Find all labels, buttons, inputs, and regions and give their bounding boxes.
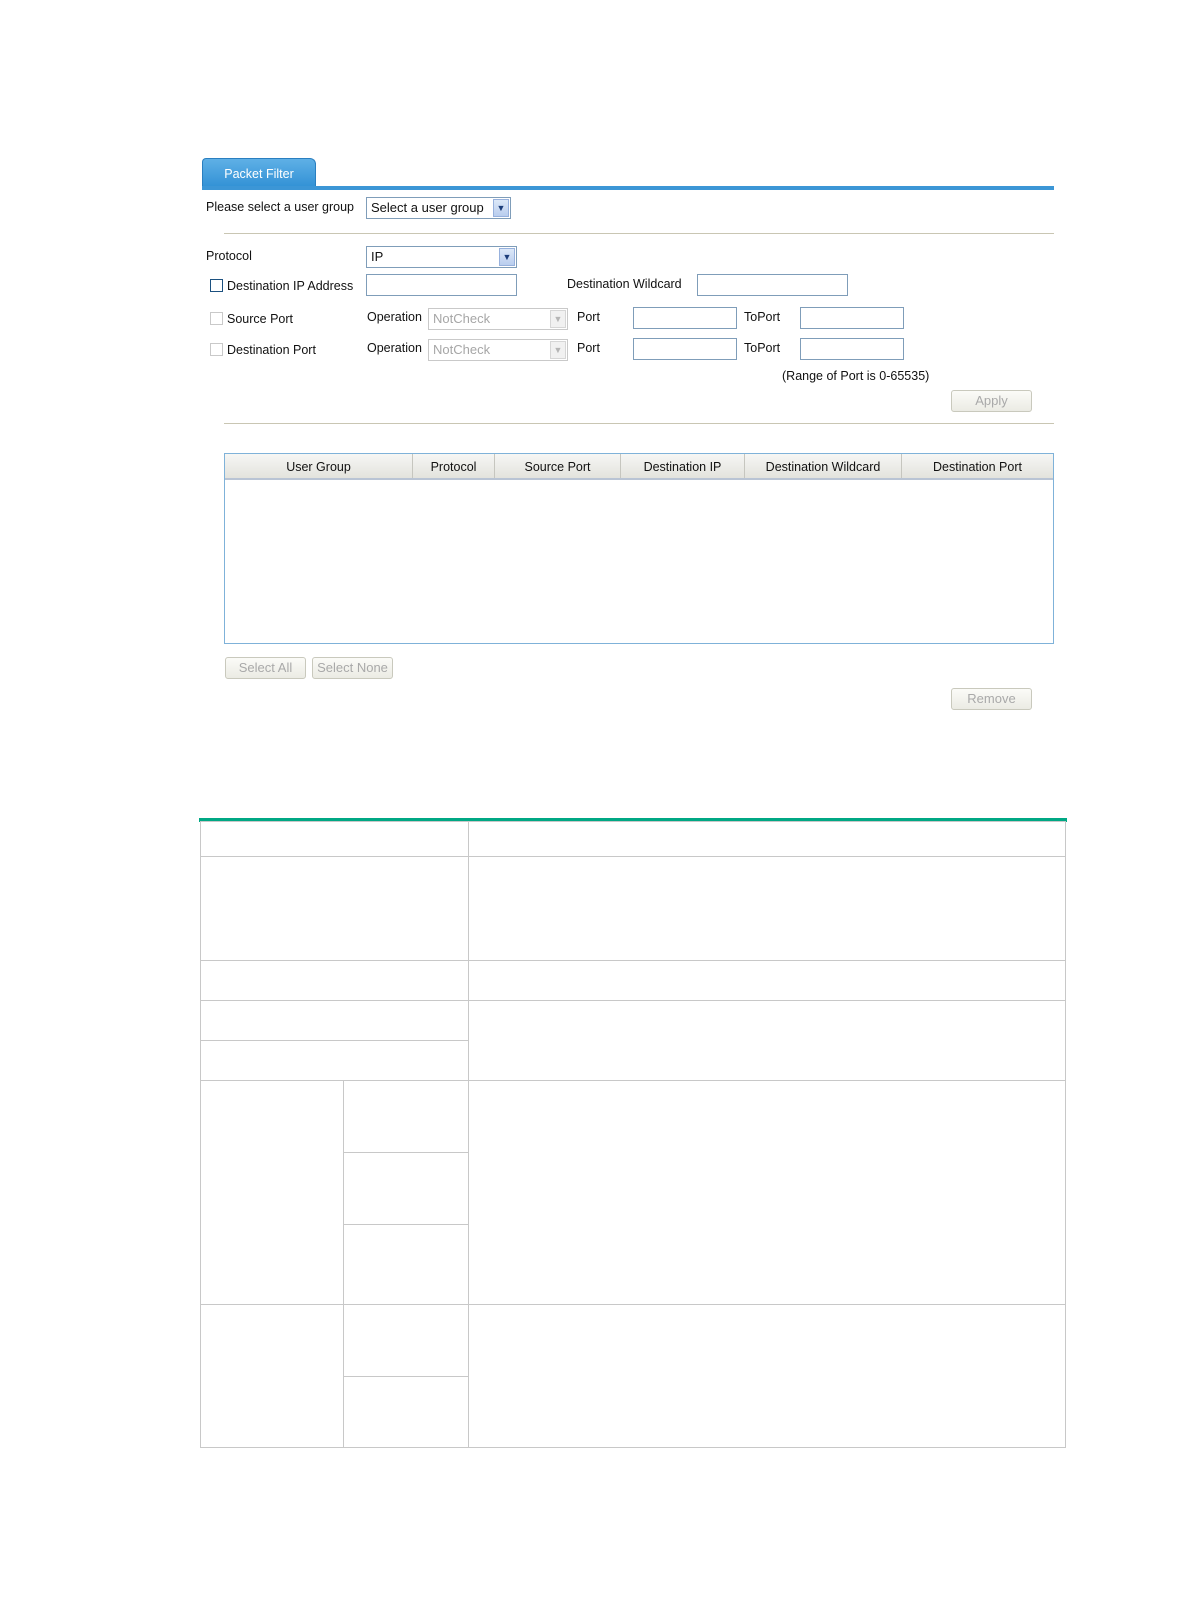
table-cell bbox=[200, 1040, 469, 1081]
table-cell bbox=[468, 856, 1066, 961]
dest-wildcard-input[interactable] bbox=[697, 274, 848, 296]
apply-button[interactable]: Apply bbox=[951, 390, 1032, 412]
col-destination-ip: Destination IP bbox=[621, 454, 745, 478]
select-all-button[interactable]: Select All bbox=[225, 657, 306, 679]
tab-underline bbox=[202, 186, 1054, 190]
dest-port-label: Destination Port bbox=[227, 343, 316, 357]
table-cell bbox=[200, 856, 469, 961]
table-cell bbox=[200, 821, 469, 857]
dest-ip-input[interactable] bbox=[366, 274, 517, 296]
dest-port-port-label: Port bbox=[577, 341, 600, 355]
table-cell bbox=[468, 821, 1066, 857]
table-cell bbox=[468, 1080, 1066, 1305]
dest-port-checkbox[interactable] bbox=[210, 343, 223, 356]
source-operation-value: NotCheck bbox=[433, 311, 491, 326]
divider bbox=[224, 233, 1054, 234]
table-cell bbox=[468, 1304, 1066, 1448]
protocol-select-value: IP bbox=[371, 249, 384, 264]
source-port-label: Source Port bbox=[227, 312, 294, 326]
dest-port-input[interactable] bbox=[633, 338, 737, 360]
remove-button[interactable]: Remove bbox=[951, 688, 1032, 710]
dest-operation-value: NotCheck bbox=[433, 342, 491, 357]
chevron-down-icon: ▼ bbox=[550, 341, 566, 359]
dest-ip-checkbox[interactable] bbox=[210, 279, 223, 292]
col-destination-port: Destination Port bbox=[933, 460, 1022, 474]
user-group-select-value: Select a user group bbox=[371, 200, 484, 215]
dest-operation-label: Operation bbox=[367, 341, 422, 355]
source-port-checkbox[interactable] bbox=[210, 312, 223, 325]
col-source-port: Source Port bbox=[495, 454, 621, 478]
filter-list-table: User Group Protocol Source Port Destinat… bbox=[224, 453, 1054, 644]
table-cell bbox=[343, 1224, 469, 1305]
user-group-label: Please select a user group bbox=[206, 200, 355, 214]
table-cell bbox=[343, 1376, 469, 1448]
source-operation-label: Operation bbox=[367, 310, 422, 324]
table-cell bbox=[343, 1152, 469, 1225]
table-cell bbox=[200, 1000, 469, 1041]
tab-packet-filter[interactable]: Packet Filter bbox=[202, 158, 316, 189]
divider bbox=[224, 423, 1054, 424]
select-none-button[interactable]: Select None bbox=[312, 657, 393, 679]
chevron-down-icon: ▼ bbox=[493, 199, 509, 217]
table-cell bbox=[468, 960, 1066, 1001]
col-destination-wildcard: Destination Wildcard bbox=[745, 454, 902, 478]
table-cell bbox=[343, 1304, 469, 1377]
chevron-down-icon: ▼ bbox=[499, 248, 515, 266]
dest-operation-select[interactable]: NotCheck ▼ bbox=[428, 339, 568, 361]
source-port-input[interactable] bbox=[633, 307, 737, 329]
filter-list-header: User Group Protocol Source Port Destinat… bbox=[225, 454, 1053, 480]
table-cell bbox=[200, 960, 469, 1001]
dest-wildcard-label: Destination Wildcard bbox=[567, 277, 682, 291]
source-toport-label: ToPort bbox=[744, 310, 781, 324]
source-toport-input[interactable] bbox=[800, 307, 904, 329]
table-cell bbox=[200, 1080, 344, 1305]
user-group-select[interactable]: Select a user group ▼ bbox=[366, 197, 511, 219]
dest-ip-label: Destination IP Address bbox=[227, 279, 354, 293]
dest-toport-input[interactable] bbox=[800, 338, 904, 360]
table-cell bbox=[200, 1304, 344, 1448]
dest-toport-label: ToPort bbox=[744, 341, 781, 355]
source-port-port-label: Port bbox=[577, 310, 600, 324]
chevron-down-icon: ▼ bbox=[550, 310, 566, 328]
table-cell bbox=[468, 1000, 1066, 1081]
source-operation-select[interactable]: NotCheck ▼ bbox=[428, 308, 568, 330]
protocol-label: Protocol bbox=[206, 249, 252, 263]
col-protocol: Protocol bbox=[413, 454, 495, 478]
protocol-select[interactable]: IP ▼ bbox=[366, 246, 517, 268]
table-cell bbox=[343, 1080, 469, 1153]
col-user-group: User Group bbox=[225, 454, 413, 478]
port-range-note: (Range of Port is 0-65535) bbox=[782, 369, 930, 383]
